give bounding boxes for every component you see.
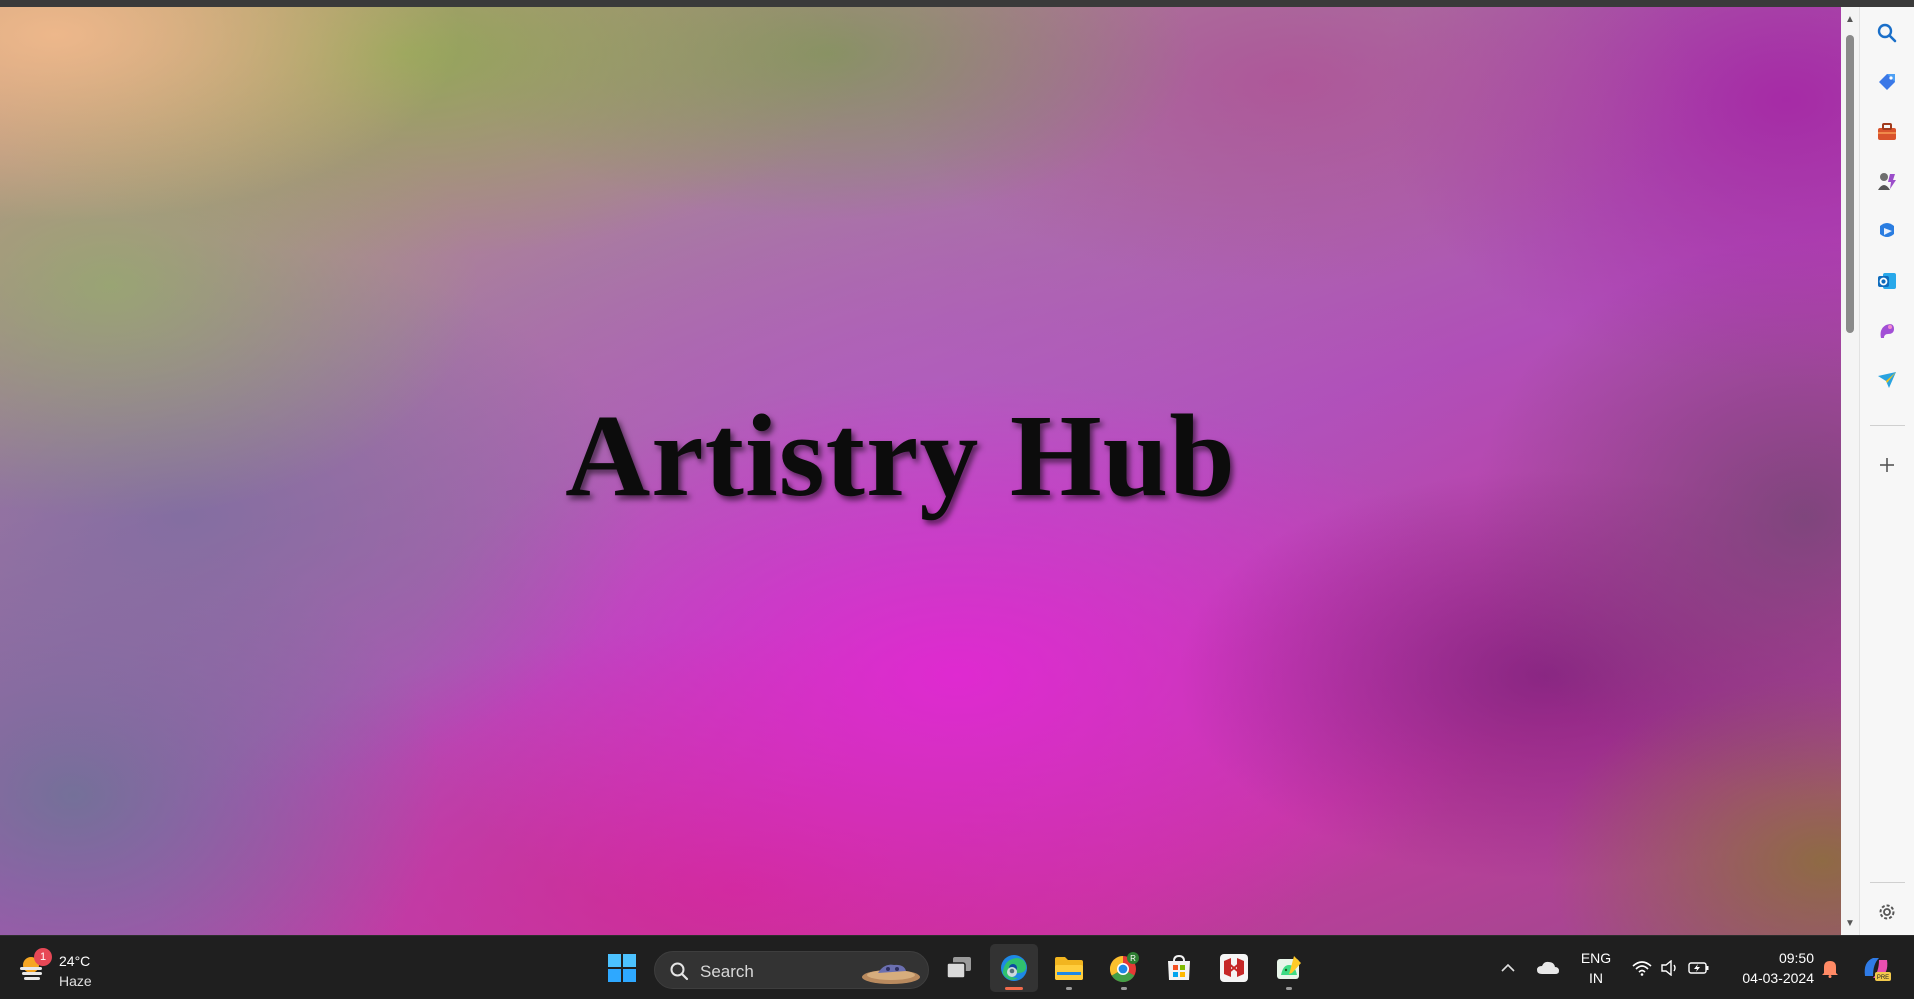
store-icon — [1168, 954, 1190, 980]
search-icon — [669, 961, 689, 981]
edge-taskbar-button[interactable] — [990, 944, 1038, 992]
volume-tray-button[interactable] — [1656, 936, 1684, 999]
svg-text:PRE: PRE — [1877, 975, 1889, 981]
vertical-scrollbar[interactable]: ▲ ▼ — [1841, 7, 1859, 935]
android-studio-icon — [1277, 956, 1301, 979]
outlook-icon[interactable] — [1875, 269, 1899, 293]
designer-icon[interactable] — [1875, 319, 1899, 343]
mcafee-icon — [1220, 954, 1248, 982]
file-explorer-taskbar-button[interactable] — [1045, 944, 1093, 992]
language-code: ENG — [1580, 950, 1612, 966]
toolbox-icon[interactable] — [1875, 120, 1899, 144]
telegram-icon[interactable] — [1875, 368, 1899, 392]
chevron-up-icon — [1501, 963, 1515, 972]
chrome-icon: R — [1109, 952, 1139, 983]
copilot-taskbar-button[interactable]: PRE — [1856, 936, 1896, 999]
copilot-pre-icon: PRE — [1864, 957, 1891, 981]
clock-time: 09:50 — [1778, 950, 1814, 966]
edge-sidebar — [1859, 7, 1914, 935]
mcafee-taskbar-button[interactable] — [1210, 944, 1258, 992]
cloud-icon — [1537, 961, 1559, 974]
scroll-down-arrow-icon[interactable]: ▼ — [1845, 919, 1855, 929]
sidebar-divider-bottom — [1870, 882, 1905, 883]
windows-logo-icon — [608, 954, 636, 982]
taskbar-search-box[interactable]: Search — [654, 951, 929, 989]
taskbar: 1 24°C Haze Search R ENG IN 09:50 04-03-… — [0, 935, 1914, 998]
battery-charging-icon — [1688, 961, 1709, 974]
microsoft-store-taskbar-button[interactable] — [1155, 944, 1203, 992]
scroll-up-arrow-icon[interactable]: ▲ — [1845, 15, 1855, 25]
weather-widget[interactable]: 1 24°C Haze — [14, 946, 124, 990]
running-indicator — [1066, 987, 1072, 990]
chrome-taskbar-button[interactable]: R — [1100, 944, 1148, 992]
taskbar-clock[interactable]: 09:50 04-03-2024 — [1724, 948, 1814, 988]
task-view-button[interactable] — [935, 944, 983, 992]
scroll-thumb[interactable] — [1846, 35, 1854, 333]
weather-temperature: 24°C — [59, 953, 91, 969]
running-indicator — [1286, 987, 1292, 990]
svg-text:R: R — [1130, 954, 1136, 963]
add-icon[interactable] — [1875, 453, 1899, 477]
show-hidden-icons-button[interactable] — [1492, 936, 1524, 999]
weather-condition: Haze — [59, 973, 92, 989]
language-region: IN — [1589, 970, 1603, 986]
running-indicator — [1121, 987, 1127, 990]
battery-tray-button[interactable] — [1684, 936, 1714, 999]
weather-alert-badge: 1 — [34, 948, 52, 966]
active-indicator — [1005, 987, 1023, 990]
sidebar-divider — [1870, 425, 1905, 426]
copilot-icon[interactable] — [1875, 219, 1899, 243]
hero-title: Artistry Hub — [565, 390, 1236, 521]
window-top-edge — [0, 0, 1914, 7]
wifi-icon — [1632, 960, 1652, 976]
android-studio-taskbar-button[interactable] — [1265, 944, 1313, 992]
speaker-icon — [1661, 959, 1676, 976]
search-placeholder: Search — [700, 962, 754, 981]
onedrive-tray-button[interactable] — [1530, 936, 1566, 999]
page-viewport: Artistry Hub — [0, 7, 1841, 935]
input-language-indicator[interactable]: ENG IN — [1568, 948, 1624, 988]
games-icon[interactable] — [1875, 169, 1899, 193]
shopping-tag-icon[interactable] — [1875, 70, 1899, 94]
folder-icon — [1055, 957, 1083, 980]
search-highlight-illustration-icon — [860, 959, 922, 985]
task-view-icon — [946, 957, 971, 979]
notifications-button[interactable] — [1818, 936, 1842, 999]
settings-icon[interactable] — [1875, 900, 1899, 924]
edge-browser-icon — [1001, 955, 1027, 981]
wifi-tray-button[interactable] — [1628, 936, 1656, 999]
bell-icon — [1822, 960, 1838, 978]
search-icon[interactable] — [1875, 21, 1899, 45]
clock-date: 04-03-2024 — [1742, 970, 1814, 986]
start-button[interactable] — [598, 944, 646, 992]
